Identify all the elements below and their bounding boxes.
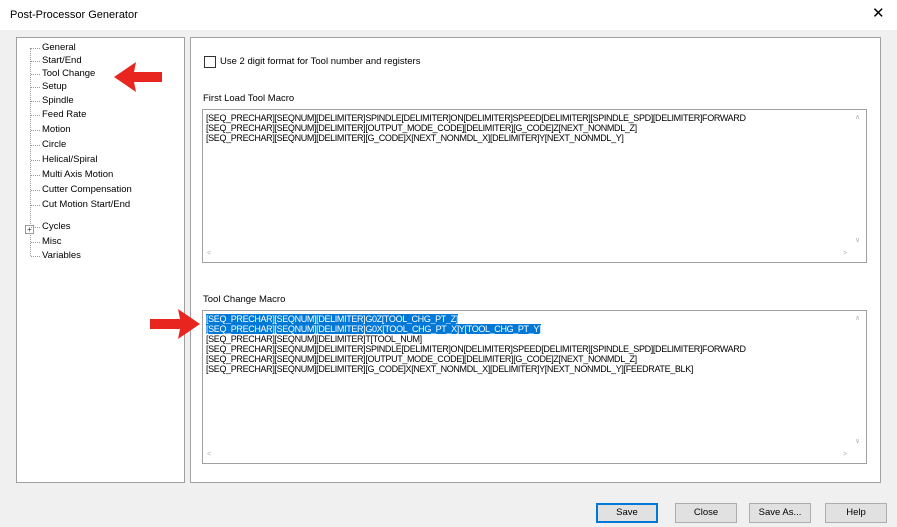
tree-item-misc[interactable]: Misc	[31, 236, 62, 248]
macro-line-selected: [SEQ_PRECHAR][SEQNUM][DELIMITER]G0X[TOOL…	[206, 324, 854, 334]
tree-item-label: Misc	[42, 236, 62, 247]
selected-text: [SEQ_PRECHAR][SEQNUM][DELIMITER]G0Z[TOOL…	[206, 314, 458, 324]
tree-item-cycles[interactable]: Cycles	[31, 221, 71, 233]
close-icon[interactable]: ✕	[872, 6, 885, 22]
help-button[interactable]: Help	[825, 503, 887, 523]
tree-item-label: Feed Rate	[42, 109, 87, 120]
title-bar: Post-Processor Generator ✕	[0, 0, 897, 30]
tree-item-general[interactable]: General	[31, 42, 76, 54]
tool-change-macro-textarea[interactable]: [SEQ_PRECHAR][SEQNUM][DELIMITER]G0Z[TOOL…	[202, 310, 867, 464]
tree-item-label: General	[42, 42, 76, 53]
tree-item-label: Cut Motion Start/End	[42, 199, 131, 210]
horizontal-scrollbar[interactable]: < >	[203, 247, 851, 262]
tree-item-label: Cutter Compensation	[42, 184, 132, 195]
macro-line: [SEQ_PRECHAR][SEQNUM][DELIMITER][OUTPUT_…	[206, 354, 637, 364]
tree-item-setup[interactable]: Setup	[31, 81, 67, 93]
selected-text: [SEQ_PRECHAR][SEQNUM][DELIMITER]G0X[TOOL…	[206, 324, 542, 334]
tree-item-cutter-compensation[interactable]: Cutter Compensation	[31, 184, 132, 196]
category-tree: General Start/End Tool Change Setup Spin…	[16, 37, 185, 483]
scroll-left-icon[interactable]: <	[207, 451, 211, 458]
vertical-scrollbar[interactable]: ∧ ∨	[851, 110, 866, 247]
tree-item-tool-change[interactable]: Tool Change	[31, 68, 95, 80]
tree-item-label: Start/End	[42, 55, 82, 66]
tree-item-helical-spiral[interactable]: Helical/Spiral	[31, 154, 97, 166]
macro-line: [SEQ_PRECHAR][SEQNUM][DELIMITER]SPINDLE[…	[206, 113, 746, 123]
save-button[interactable]: Save	[596, 503, 658, 523]
tree-item-motion[interactable]: Motion	[31, 124, 71, 136]
window-title: Post-Processor Generator	[10, 9, 138, 21]
tree-item-label: Cycles	[42, 221, 71, 232]
tree-item-spindle[interactable]: Spindle	[31, 95, 74, 107]
annotation-arrow-icon	[150, 309, 200, 339]
two-digit-format-checkbox[interactable]	[204, 56, 216, 68]
tree-item-label: Spindle	[42, 95, 74, 106]
tree-item-label: Circle	[42, 139, 67, 150]
scroll-down-icon[interactable]: ∨	[855, 437, 860, 445]
macro-line: [SEQ_PRECHAR][SEQNUM][DELIMITER]SPINDLE[…	[206, 344, 746, 354]
tree-item-circle[interactable]: Circle	[31, 139, 66, 151]
macro-line: [SEQ_PRECHAR][SEQNUM][DELIMITER][G_CODE]…	[206, 133, 624, 143]
close-button[interactable]: Close	[675, 503, 737, 523]
save-as-button[interactable]: Save As...	[749, 503, 811, 523]
tool-change-macro-label: Tool Change Macro	[203, 294, 286, 305]
tree-item-label: Variables	[42, 250, 81, 261]
scroll-right-icon[interactable]: >	[843, 250, 847, 257]
settings-panel: Use 2 digit format for Tool number and r…	[190, 37, 881, 483]
macro-line: [SEQ_PRECHAR][SEQNUM][DELIMITER]T[TOOL_N…	[206, 334, 422, 344]
tree-item-label: Motion	[42, 124, 71, 135]
tree-item-label: Setup	[42, 81, 67, 92]
tree-item-multi-axis-motion[interactable]: Multi Axis Motion	[31, 169, 113, 181]
tree-item-start-end[interactable]: Start/End	[31, 55, 82, 67]
tree-item-label: Tool Change	[42, 68, 96, 79]
tree-item-label: Multi Axis Motion	[42, 169, 114, 180]
two-digit-format-label: Use 2 digit format for Tool number and r…	[220, 56, 421, 67]
scroll-up-icon[interactable]: ∧	[855, 314, 860, 322]
scroll-left-icon[interactable]: <	[207, 250, 211, 257]
tree-item-variables[interactable]: Variables	[31, 250, 81, 262]
annotation-arrow-icon	[114, 62, 162, 92]
tree-item-feed-rate[interactable]: Feed Rate	[31, 109, 86, 121]
horizontal-scrollbar[interactable]: < >	[203, 448, 851, 463]
tree-item-label: Helical/Spiral	[42, 154, 98, 165]
scroll-up-icon[interactable]: ∧	[855, 113, 860, 121]
macro-line-selected: [SEQ_PRECHAR][SEQNUM][DELIMITER]G0Z[TOOL…	[206, 314, 854, 324]
macro-line: [SEQ_PRECHAR][SEQNUM][DELIMITER][OUTPUT_…	[206, 123, 637, 133]
vertical-scrollbar[interactable]: ∧ ∨	[851, 311, 866, 448]
scroll-down-icon[interactable]: ∨	[855, 236, 860, 244]
first-load-macro-textarea[interactable]: [SEQ_PRECHAR][SEQNUM][DELIMITER]SPINDLE[…	[202, 109, 867, 263]
first-load-macro-label: First Load Tool Macro	[203, 93, 295, 104]
scroll-right-icon[interactable]: >	[843, 451, 847, 458]
macro-line: [SEQ_PRECHAR][SEQNUM][DELIMITER][G_CODE]…	[206, 364, 693, 374]
tree-item-cut-motion-start-end[interactable]: Cut Motion Start/End	[31, 199, 130, 211]
